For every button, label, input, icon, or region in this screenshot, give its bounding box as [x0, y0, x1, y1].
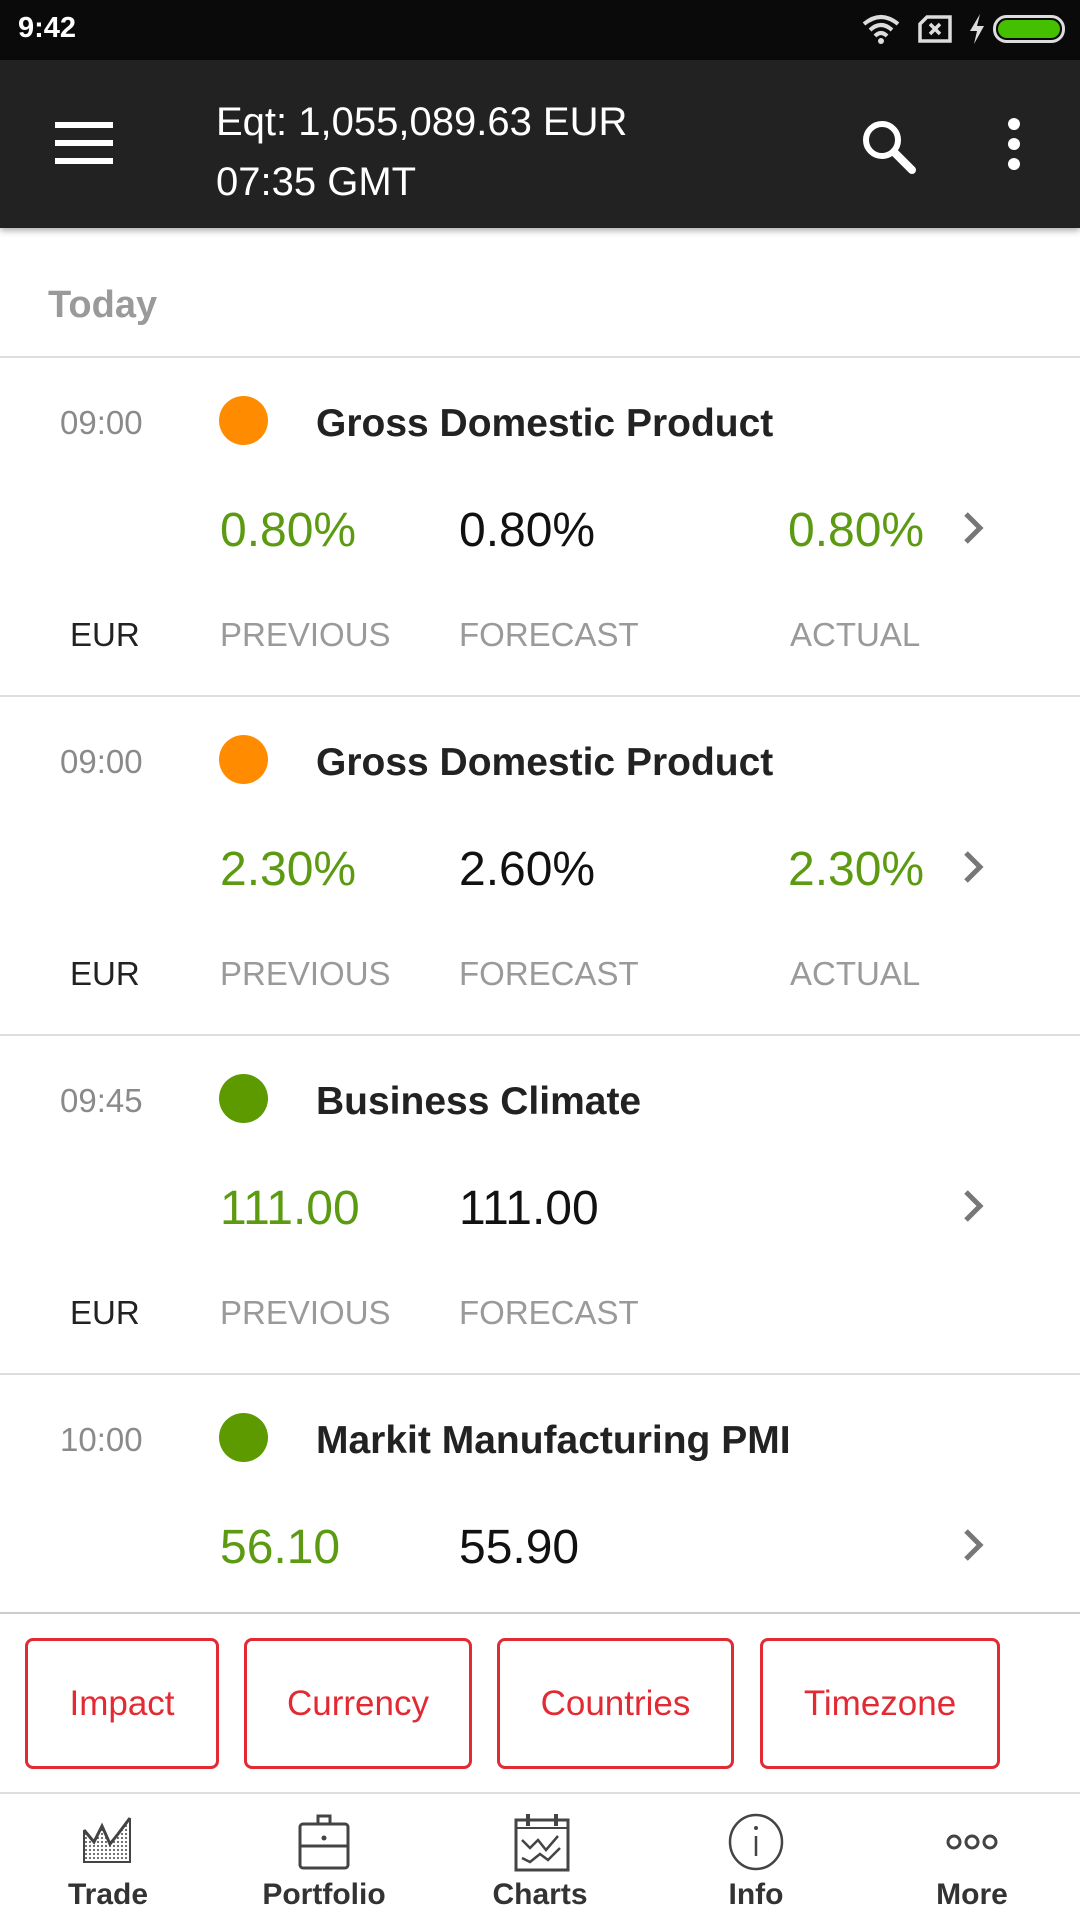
charging-icon	[970, 14, 984, 44]
previous-value: 111.00	[220, 1182, 360, 1235]
currency-filter-button[interactable]: Currency	[244, 1638, 472, 1769]
previous-value: 2.30%	[220, 843, 357, 896]
actual-label: ACTUAL	[790, 955, 921, 992]
more-horiz-icon	[946, 1834, 998, 1850]
forecast-value: 2.60%	[459, 843, 596, 896]
event-title: Gross Domestic Product	[316, 402, 774, 445]
server-time: 07:35 GMT	[216, 160, 417, 204]
event-row[interactable]: 09:45 Business Climate 111.00 111.00 EUR…	[0, 1036, 1080, 1375]
equity-info: Eqt: 1,055,089.63 EUR 07:35 GMT	[216, 92, 627, 212]
app-toolbar: Eqt: 1,055,089.63 EUR 07:35 GMT	[0, 60, 1080, 228]
actual-value: 2.30%	[788, 843, 925, 896]
nav-charts[interactable]: Charts	[432, 1794, 648, 1920]
timezone-filter-button[interactable]: Timezone	[760, 1638, 1000, 1769]
section-title: Today	[48, 284, 158, 326]
forecast-value: 55.90	[459, 1521, 580, 1574]
chevron-right-icon[interactable]	[958, 508, 988, 548]
charts-calendar-icon	[514, 1814, 570, 1872]
event-time: 09:00	[60, 743, 143, 780]
info-icon	[728, 1813, 784, 1871]
event-title: Business Climate	[316, 1080, 642, 1123]
nav-info[interactable]: Info	[648, 1794, 864, 1920]
forecast-label: FORECAST	[459, 1294, 639, 1331]
forecast-value: 111.00	[459, 1182, 599, 1235]
actual-label: ACTUAL	[790, 616, 921, 653]
status-time: 9:42	[18, 12, 77, 44]
previous-label: PREVIOUS	[220, 616, 391, 653]
previous-label: PREVIOUS	[220, 1294, 391, 1331]
event-time: 10:00	[60, 1421, 143, 1458]
actual-value: 0.80%	[788, 504, 925, 557]
nav-portfolio[interactable]: Portfolio	[216, 1794, 432, 1920]
nav-charts-label: Charts	[492, 1878, 588, 1911]
equity-value: Eqt: 1,055,089.63 EUR	[216, 100, 628, 144]
impact-indicator-icon	[219, 1413, 268, 1462]
previous-label: PREVIOUS	[220, 955, 391, 992]
forecast-label: FORECAST	[459, 616, 639, 653]
event-row[interactable]: 09:00 Gross Domestic Product 2.30% 2.60%…	[0, 697, 1080, 1036]
chevron-right-icon[interactable]	[958, 847, 988, 887]
nav-trade[interactable]: Trade	[0, 1794, 216, 1920]
section-header: Today	[0, 228, 1080, 358]
nav-more[interactable]: More	[864, 1794, 1080, 1920]
previous-value: 56.10	[220, 1521, 341, 1574]
bottom-nav: Trade Portfolio Charts Info More	[0, 1794, 1080, 1920]
impact-filter-button[interactable]: Impact	[25, 1638, 219, 1769]
more-vert-icon[interactable]	[1000, 116, 1028, 172]
nav-more-label: More	[936, 1878, 1008, 1911]
event-currency: EUR	[70, 616, 140, 653]
search-icon[interactable]	[858, 116, 918, 176]
event-row[interactable]: 09:00 Gross Domestic Product 0.80% 0.80%…	[0, 358, 1080, 697]
nav-info-label: Info	[728, 1878, 784, 1911]
briefcase-icon	[298, 1814, 350, 1870]
nav-trade-label: Trade	[67, 1878, 149, 1911]
trade-icon	[82, 1817, 132, 1863]
event-currency: EUR	[70, 1294, 140, 1331]
previous-value: 0.80%	[220, 504, 357, 557]
event-time: 09:45	[60, 1082, 143, 1119]
nav-portfolio-label: Portfolio	[262, 1878, 386, 1911]
status-bar: 9:42	[0, 0, 1080, 60]
event-currency: EUR	[70, 955, 140, 992]
countries-filter-button[interactable]: Countries	[497, 1638, 734, 1769]
impact-indicator-icon	[219, 1074, 268, 1123]
impact-indicator-icon	[219, 735, 268, 784]
forecast-label: FORECAST	[459, 955, 639, 992]
impact-indicator-icon	[219, 396, 268, 445]
forecast-value: 0.80%	[459, 504, 596, 557]
filter-bar: Impact Currency Countries Timezone	[0, 1612, 1080, 1794]
battery-icon	[993, 15, 1065, 43]
event-title: Gross Domestic Product	[316, 741, 774, 784]
no-sim-icon	[918, 15, 952, 43]
menu-icon[interactable]	[55, 122, 113, 164]
chevron-right-icon[interactable]	[958, 1186, 988, 1226]
event-time: 09:00	[60, 404, 143, 441]
event-title: Markit Manufacturing PMI	[316, 1419, 791, 1462]
chevron-right-icon[interactable]	[958, 1525, 988, 1565]
wifi-icon	[862, 15, 900, 44]
